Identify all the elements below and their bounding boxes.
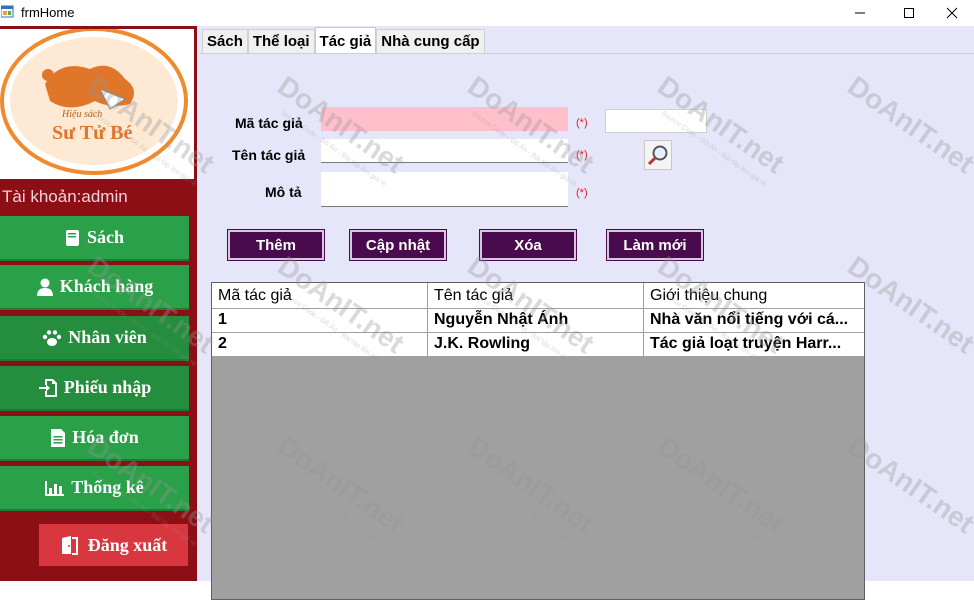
sidebar-item-books[interactable]: Sách [0, 216, 189, 261]
author-id-label: Mã tác giả [235, 115, 303, 131]
close-button[interactable] [929, 0, 974, 26]
sidebar-item-invoices[interactable]: Hóa đơn [0, 416, 189, 461]
column-header-author-name[interactable]: Tên tác giả [428, 283, 644, 309]
tab-categories[interactable]: Thể loại [247, 29, 315, 53]
description-field[interactable] [321, 172, 568, 207]
search-button[interactable] [644, 140, 672, 170]
account-label: Tài khoản:admin [2, 187, 128, 206]
refresh-button[interactable]: Làm mới [606, 229, 704, 261]
required-mark: (*) [576, 187, 588, 199]
paw-icon [43, 329, 62, 346]
authors-panel: Mã tác giả (*) Tên tác giả (*) Mô tả (*)… [200, 53, 974, 600]
logout-door-icon [61, 536, 78, 555]
logo-brand-text: Sư Tử Bé [52, 122, 133, 144]
document-icon [51, 428, 66, 447]
minimize-button[interactable] [837, 0, 883, 26]
user-icon [36, 278, 53, 296]
author-id-field[interactable] [321, 107, 568, 131]
description-label: Mô tả [265, 184, 302, 200]
sidebar-item-label: Sách [86, 227, 124, 247]
cell-introduction[interactable]: Nhà văn nổi tiếng với cá... [644, 309, 864, 333]
cell-author-id[interactable]: 1 [212, 309, 428, 333]
sidebar-item-employees[interactable]: Nhân viên [0, 316, 189, 361]
logout-label: Đăng xuất [87, 534, 168, 555]
cell-author-id[interactable]: 2 [212, 333, 428, 357]
tab-authors[interactable]: Tác giả [314, 27, 377, 53]
sidebar-item-label: Phiếu nhập [63, 377, 152, 397]
update-button[interactable]: Cập nhật [349, 229, 447, 261]
table-row[interactable]: 1 Nguyễn Nhật Ánh Nhà văn nổi tiếng với … [212, 309, 864, 333]
import-icon [38, 378, 57, 397]
tab-strip: Sách Thể loại Tác giả Nhà cung cấp [202, 27, 485, 53]
table-row[interactable]: 2 J.K. Rowling Tác giả loạt truyện Harr.… [212, 333, 864, 357]
cell-author-name[interactable]: Nguyễn Nhật Ánh [428, 309, 644, 333]
window-title: frmHome [21, 5, 75, 20]
sidebar-item-label: Hóa đơn [72, 427, 139, 447]
sidebar-item-statistics[interactable]: Thống kê [0, 466, 189, 511]
add-button[interactable]: Thêm [227, 229, 325, 261]
sidebar-item-label: Thống kê [71, 477, 144, 497]
required-mark: (*) [576, 117, 588, 129]
authors-grid[interactable]: Mã tác giả Tên tác giả Giới thiệu chung … [211, 282, 865, 600]
book-icon [65, 229, 79, 246]
cell-author-name[interactable]: J.K. Rowling [428, 333, 644, 357]
sidebar-item-customers[interactable]: Khách hàng [0, 265, 189, 310]
tab-books[interactable]: Sách [202, 29, 248, 53]
author-name-label: Tên tác giả [232, 147, 306, 163]
delete-button[interactable]: Xóa [479, 229, 577, 261]
column-header-author-id[interactable]: Mã tác giả [212, 283, 428, 309]
logout-button[interactable]: Đăng xuất [39, 524, 188, 566]
grid-header-row: Mã tác giả Tên tác giả Giới thiệu chung [212, 283, 864, 309]
sidebar-item-import[interactable]: Phiếu nhập [0, 366, 189, 411]
sidebar: Hiệu sách Sư Tử Bé Tài khoản:admin Sách … [0, 26, 197, 581]
minimize-icon [855, 12, 865, 14]
required-mark: (*) [576, 149, 588, 161]
author-name-field[interactable] [321, 139, 568, 163]
main-area: Sách Thể loại Tác giả Nhà cung cấp Mã tá… [197, 26, 974, 600]
title-bar: frmHome [0, 0, 974, 26]
bar-chart-icon [45, 480, 65, 496]
close-icon [946, 7, 958, 19]
lion-logo [0, 29, 188, 179]
column-header-introduction[interactable]: Giới thiệu chung [644, 283, 864, 309]
app-icon [1, 5, 14, 18]
maximize-button[interactable] [886, 0, 932, 26]
maximize-icon [904, 8, 914, 18]
cell-introduction[interactable]: Tác giả loạt truyện Harr... [644, 333, 864, 357]
sidebar-item-label: Khách hàng [59, 276, 154, 296]
tab-suppliers[interactable]: Nhà cung cấp [376, 29, 485, 53]
logo-top-text: Hiệu sách [62, 109, 103, 120]
search-input[interactable] [605, 109, 707, 133]
logo: Hiệu sách Sư Tử Bé [0, 29, 194, 179]
magnifier-icon [647, 145, 668, 166]
sidebar-item-label: Nhân viên [68, 327, 147, 347]
